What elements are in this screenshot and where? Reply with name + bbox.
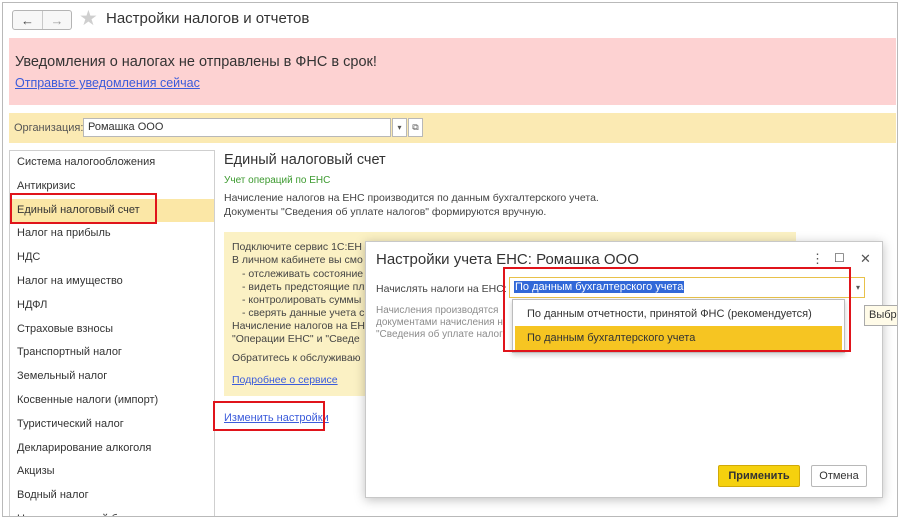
open-window-icon[interactable]: ⧉ [408,118,423,137]
more-menu-icon[interactable]: ⋮ [811,251,824,267]
sidebar-item-insurance[interactable]: Страховые взносы [10,318,214,342]
sidebar-item-tourist-tax[interactable]: Туристический налог [10,413,214,437]
info-text: - сверять данные учета с [242,307,365,319]
sidebar-item-profit-tax[interactable]: Налог на прибыль [10,222,214,246]
sidebar-item-alcohol[interactable]: Декларирование алкоголя [10,437,214,461]
forward-arrow-icon[interactable]: → [41,11,71,29]
highlight-frame-ens [10,193,157,224]
maximize-icon[interactable]: ☐ [834,251,845,265]
section-title: Единый налоговый счет [224,152,386,168]
sidebar-item-transport-tax[interactable]: Транспортный налог [10,341,214,365]
dialog-hint-text: "Сведения об уплате налог [376,329,503,340]
info-text: Подключите сервис 1С:ЕН [232,241,363,253]
organization-label: Организация: [14,122,84,134]
sidebar-item-property-tax[interactable]: Налог на имущество [10,270,214,294]
dropdown-arrow-icon[interactable]: ▾ [856,283,860,292]
navigation-buttons: ← → [12,10,72,30]
app-window: ← → ★ Настройки налогов и отчетов Уведом… [2,2,898,517]
sidebar-item-water-tax[interactable]: Водный налог [10,484,214,508]
dialog-hint-text: Начисления производятся [376,305,499,316]
section-subtitle: Учет операций по ЕНС [224,175,331,186]
dropdown-arrow-icon[interactable]: ▾ [392,118,407,137]
info-text: - контролировать суммы [242,294,362,306]
favorite-star-icon[interactable]: ★ [79,7,98,31]
apply-button[interactable]: Применить [718,465,800,487]
info-text: - отслеживать состояние [242,268,364,280]
service-details-link[interactable]: Подробнее о сервисе [232,374,338,386]
sidebar-item-indirect-tax[interactable]: Косвенные налоги (импорт) [10,389,214,413]
sidebar-item-land-tax[interactable]: Земельный налог [10,365,214,389]
sidebar-item-excise[interactable]: Акцизы [10,460,214,484]
alert-banner: Уведомления о налогах не отправлены в ФН… [9,38,896,105]
send-notifications-link[interactable]: Отправьте уведомления сейчас [15,76,200,90]
accrual-field-label: Начислять налоги на ЕНС: [376,283,507,295]
ens-description-line: Документы "Сведения об уплате налогов" ф… [224,206,547,218]
highlight-frame-accrual-select [503,267,851,352]
select-tooltip: Выбрать [864,305,897,326]
info-text: "Операции ЕНС" и "Сведе [232,333,360,345]
dialog-hint-text: документами начисления н [376,317,503,328]
organization-bar: Организация: Ромашка ООО ▾ ⧉ [9,113,896,143]
info-text: Обратитесь к обслуживаю [232,352,361,364]
dialog-title: Настройки учета ЕНС: Ромашка ООО [376,251,639,268]
cancel-button[interactable]: Отмена [811,465,867,487]
alert-title: Уведомления о налогах не отправлены в ФН… [15,54,377,70]
sidebar-item-gambling-tax[interactable]: Налог на игорный бизнес [10,508,214,516]
info-text: В личном кабинете вы смо [232,254,363,266]
sidebar-item-ndfl[interactable]: НДФЛ [10,294,214,318]
page-title: Настройки налогов и отчетов [106,10,310,27]
back-arrow-icon[interactable]: ← [13,11,42,29]
close-icon[interactable]: ✕ [860,251,871,267]
info-text: Начисление налогов на ЕН [232,320,365,332]
organization-field[interactable]: Ромашка ООО [83,118,391,137]
ens-description-line: Начисление налогов на ЕНС производится п… [224,192,599,204]
sidebar-item-tax-system[interactable]: Система налогообложения [10,151,214,175]
sidebar-item-vat[interactable]: НДС [10,246,214,270]
highlight-frame-change-settings [213,401,325,431]
info-text: - видеть предстоящие пл [242,281,365,293]
